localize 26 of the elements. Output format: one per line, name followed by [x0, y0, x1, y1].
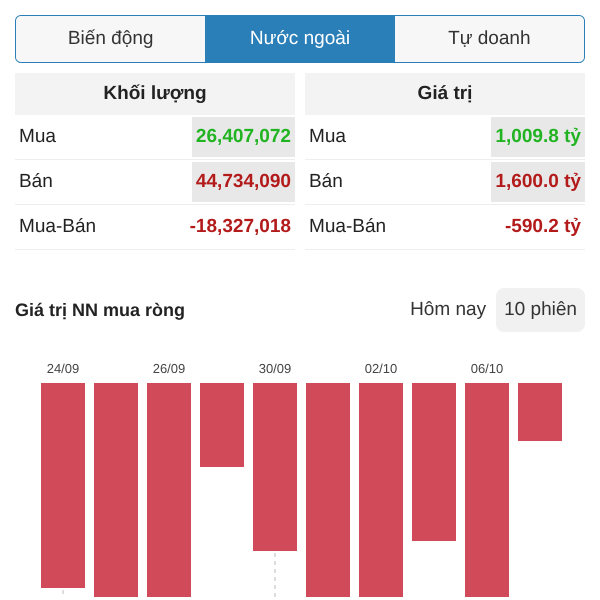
row-label: Mua	[18, 124, 56, 149]
row-label: Mua-Bán	[18, 214, 96, 239]
date-label: 24/09	[46, 361, 80, 376]
date-label: 06/10	[470, 361, 504, 376]
row-label: Mua	[308, 124, 346, 149]
row-label: Bán	[308, 170, 343, 194]
period-toggle[interactable]: Hôm nay	[402, 288, 494, 332]
tab[interactable]: Tự doanh	[394, 16, 584, 62]
bar	[518, 383, 562, 441]
date-label: 30/09	[258, 361, 292, 376]
value-cell-text: -590.2 tỷ	[504, 214, 582, 239]
column-header: Giá trị	[305, 73, 585, 115]
value-cell: 1,009.8 tỷ	[491, 117, 585, 157]
value-cell: 1,600.0 tỷ	[491, 162, 585, 202]
value-cell-text: -18,327,018	[188, 214, 292, 239]
tab[interactable]: Nước ngoài	[205, 16, 395, 62]
tab[interactable]: Biến động	[16, 16, 206, 62]
date-label: 02/10	[364, 361, 398, 376]
value-cell: 26,407,072	[192, 117, 295, 157]
period-toggle[interactable]: 10 phiên	[496, 288, 585, 332]
row-label: Mua-Bán	[308, 214, 386, 239]
row-label: Bán	[18, 170, 53, 194]
date-label: 26/09	[152, 361, 186, 376]
value-cell: 44,734,090	[192, 162, 295, 202]
chart-title: Giá trị NN mua ròng	[15, 298, 186, 322]
column-header: Khối lượng	[15, 73, 295, 115]
